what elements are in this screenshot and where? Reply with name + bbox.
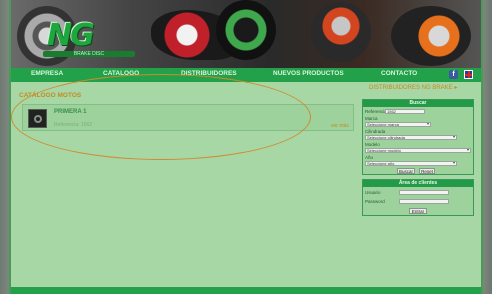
cylinder-select[interactable]: Seleccione cilindrada (365, 135, 457, 140)
header-banner: NG BRAKE DISC (11, 0, 481, 68)
reference-input[interactable]: 1562 (385, 109, 425, 114)
nav-item-nuevos-productos[interactable]: NUEVOS PRODUCTOS (273, 70, 344, 77)
product-more-link[interactable]: ver más (331, 123, 349, 129)
search-panel-title: Buscar (363, 100, 473, 107)
reset-button[interactable]: Reset (419, 168, 435, 174)
footer-bar (11, 287, 481, 294)
year-select[interactable]: Seleccione año (365, 161, 457, 166)
user-label: Usuario (365, 190, 381, 195)
bike-orange-image (391, 6, 471, 66)
year-label: Año (365, 155, 374, 160)
page-container: NG BRAKE DISC EMPRESA CATALOGO DISTRIBUI… (9, 0, 483, 294)
ng-logo[interactable]: NG BRAKE DISC (33, 16, 135, 57)
login-panel-title: Área de clientes (363, 180, 473, 187)
model-select[interactable]: Seleccione modelo (365, 148, 471, 153)
search-panel: Buscar Referencia 1562 Marca Seleccione … (362, 99, 474, 175)
distributors-link[interactable]: DISTRIBUIDORES NG BRAKE ▸ (369, 84, 457, 91)
brand-select[interactable]: Seleccione marca (365, 122, 431, 127)
highlight-oval (11, 74, 311, 160)
password-input[interactable] (399, 199, 449, 204)
rider-image (311, 2, 371, 62)
brand-label: Marca (365, 116, 378, 121)
login-button[interactable]: Entrar (409, 208, 427, 214)
nav-item-empresa[interactable]: EMPRESA (31, 70, 63, 77)
search-button[interactable]: Buscar (397, 168, 415, 174)
password-label: Password (365, 199, 385, 204)
login-panel: Área de clientes Usuario Password Entrar (362, 179, 474, 216)
uk-flag-icon[interactable] (464, 70, 473, 79)
cylinder-label: Cilindrada (365, 129, 386, 134)
logo-text: NG (47, 18, 95, 53)
facebook-icon[interactable]: f (449, 70, 458, 79)
nav-item-contacto[interactable]: CONTACTO (381, 70, 417, 77)
model-label: Modelo (365, 142, 380, 147)
user-input[interactable] (399, 190, 449, 195)
bike-green-image (216, 0, 276, 60)
logo-subtitle: BRAKE DISC (43, 51, 135, 57)
reference-label: Referencia (365, 109, 387, 114)
